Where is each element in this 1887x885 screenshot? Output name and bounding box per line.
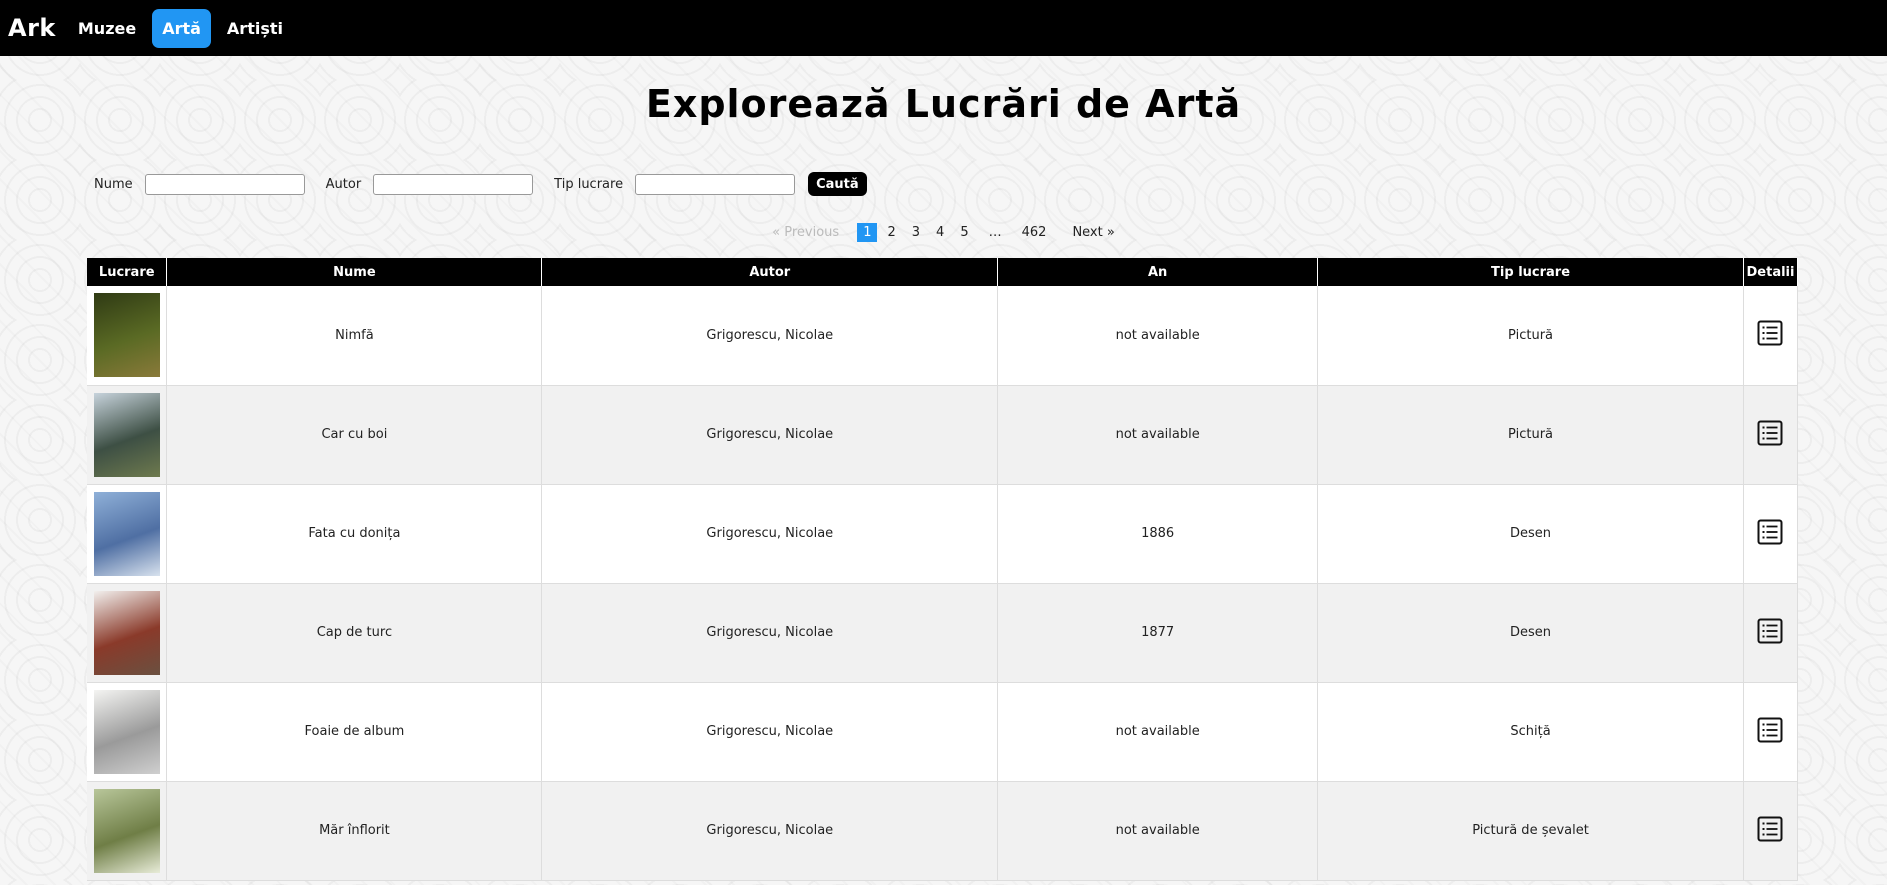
artwork-type: Pictură [1317,286,1744,386]
pagination-page-1[interactable]: 1 [857,223,878,242]
table-row: Nimfă Grigorescu, Nicolae not available Pic… [87,286,1799,386]
artwork-year: 1886 [997,484,1319,584]
artwork-details-cell [1743,781,1799,881]
pagination-page-2[interactable]: 2 [881,223,901,242]
list-details-icon[interactable] [1757,519,1783,549]
artwork-year: not available [997,781,1319,881]
search-form: Nume Autor Tip lucrare Caută [94,172,867,196]
artwork-details-cell [1743,385,1799,485]
artwork-name: Cap de turc [166,583,543,683]
artwork-type: Pictură de șevalet [1317,781,1744,881]
list-details-icon[interactable] [1757,816,1783,846]
list-details-icon[interactable] [1757,420,1783,450]
artwork-author: Grigorescu, Nicolae [541,781,999,881]
artwork-name: Nimfă [166,286,543,386]
name-input[interactable] [144,173,305,195]
pagination-page-4[interactable]: 4 [930,223,950,242]
artworks-table: Lucrare Nume Autor An Tip lucrare Detali… [87,258,1799,881]
artwork-author: Grigorescu, Nicolae [541,385,999,485]
artwork-thumbnail[interactable] [93,491,160,576]
table-row: Car cu boi Grigorescu, Nicolae not availab… [87,385,1799,485]
type-input[interactable] [635,173,796,195]
artwork-details-cell [1743,682,1799,782]
artwork-year: 1877 [997,583,1319,683]
artwork-details-cell [1743,286,1799,386]
artwork-thumbnail-cell [87,286,168,386]
artwork-type: Schiță [1317,682,1744,782]
artwork-year: not available [997,385,1319,485]
pagination-page-5[interactable]: 5 [954,223,974,242]
header-nume: Nume [166,258,543,286]
artwork-thumbnail-cell [87,781,168,881]
page-title: Explorează Lucrări de Artă [645,82,1242,126]
artwork-thumbnail[interactable] [93,689,160,774]
header-detalii: Detalii [1743,258,1799,286]
author-label: Autor [325,176,362,192]
pagination-previous[interactable]: « Previous [766,223,845,242]
table-row: Fata cu donița Grigorescu, Nicolae 1886 Des… [87,484,1799,584]
artwork-name: Foaie de album [166,682,543,782]
nav-link-artisti[interactable]: Artiști [217,9,293,48]
pagination-next[interactable]: Next » [1066,223,1120,242]
artwork-thumbnail-cell [87,484,168,584]
header-lucrare: Lucrare [87,258,168,286]
artwork-author: Grigorescu, Nicolae [541,286,999,386]
header-autor: Autor [541,258,999,286]
table-row: Cap de turc Grigorescu, Nicolae 1877 Desen [87,583,1799,683]
artwork-thumbnail[interactable] [93,590,160,675]
pagination-ellipsis: … [988,225,1002,240]
artwork-thumbnail[interactable] [93,788,160,873]
table-row: Măr înflorit Grigorescu, Nicolae not avail… [87,781,1799,881]
artwork-name: Car cu boi [166,385,543,485]
artwork-thumbnail-cell [87,583,168,683]
brand-logo[interactable]: Ark [8,14,56,42]
type-label: Tip lucrare [554,176,624,192]
artwork-thumbnail-cell [87,682,168,782]
name-label: Nume [94,176,133,192]
artwork-author: Grigorescu, Nicolae [541,484,999,584]
artwork-details-cell [1743,484,1799,584]
author-input[interactable] [373,173,534,195]
artwork-details-cell [1743,583,1799,683]
pagination: « Previous 1 2 3 4 5 … 462 Next » [0,223,1887,242]
list-details-icon[interactable] [1757,320,1783,350]
artwork-year: not available [997,682,1319,782]
search-button[interactable]: Caută [808,172,867,196]
artwork-type: Desen [1317,484,1744,584]
artwork-thumbnail[interactable] [93,293,160,378]
list-details-icon[interactable] [1757,618,1783,648]
artwork-author: Grigorescu, Nicolae [541,682,999,782]
header-an: An [997,258,1319,286]
header-tip-lucrare: Tip lucrare [1317,258,1744,286]
artwork-name: Fata cu donița [166,484,543,584]
artwork-thumbnail[interactable] [93,392,160,477]
nav-link-arta[interactable]: Artă [152,8,211,48]
artwork-thumbnail-cell [87,385,168,485]
artwork-type: Pictură [1317,385,1744,485]
list-details-icon[interactable] [1757,717,1783,747]
table-row: Foaie de album Grigorescu, Nicolae not ava… [87,682,1799,782]
artwork-type: Desen [1317,583,1744,683]
pagination-page-3[interactable]: 3 [906,223,926,242]
nav-link-muzee[interactable]: Muzee [68,9,146,48]
table-header-row: Lucrare Nume Autor An Tip lucrare Detali… [87,258,1799,286]
artwork-name: Măr înflorit [166,781,543,881]
artwork-author: Grigorescu, Nicolae [541,583,999,683]
pagination-page-last[interactable]: 462 [1016,223,1053,242]
artwork-year: not available [997,286,1319,386]
top-navbar: Ark Muzee Artă Artiști [0,0,1887,56]
